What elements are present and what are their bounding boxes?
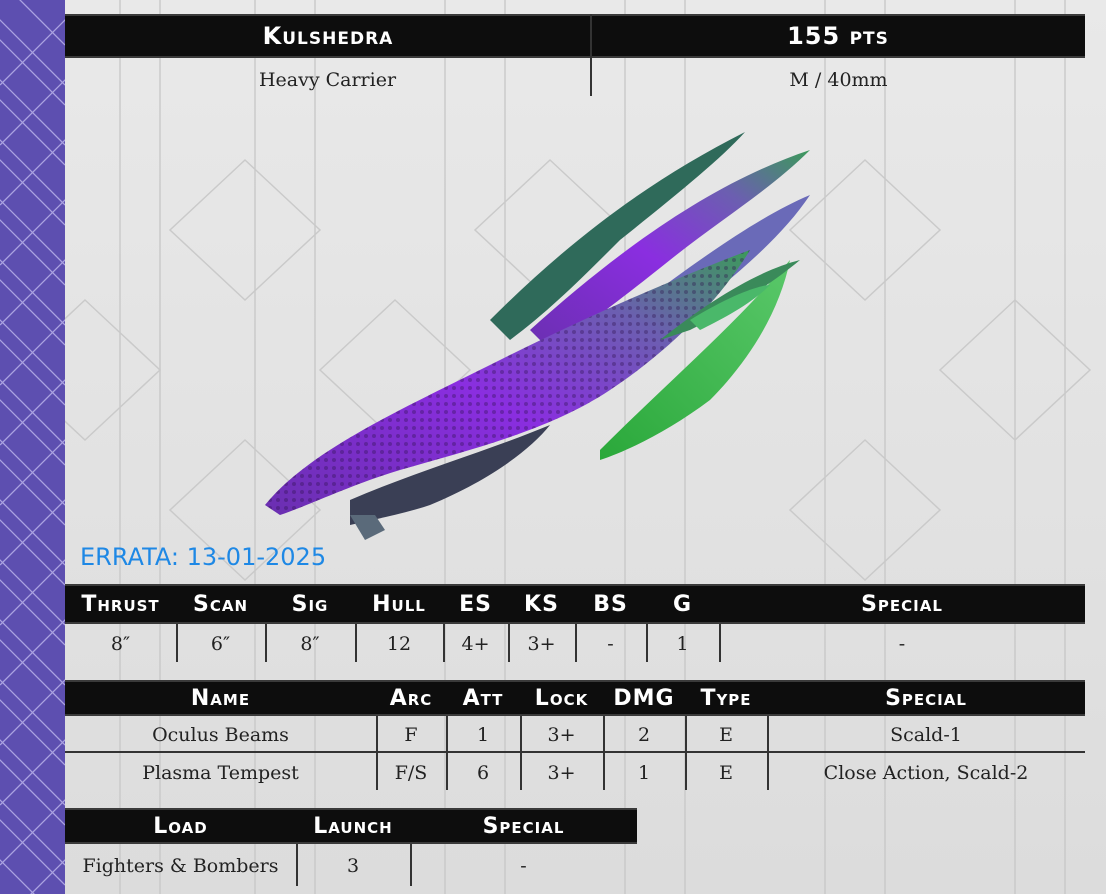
stat-divider [575, 624, 577, 662]
launch-special: - [520, 855, 527, 877]
stat-header-sig: Sig [265, 584, 355, 624]
weapon-divider [603, 716, 605, 790]
stat-divider [646, 624, 648, 662]
stat-header-g: G [646, 584, 719, 624]
stat-ks: 3+ [527, 633, 556, 655]
points-header: 155 pts [591, 14, 1085, 58]
stat-header-ks: KS [508, 584, 575, 624]
weapon-header-dmg: DMG [603, 680, 685, 716]
weapon-special: Scald-1 [890, 724, 962, 746]
weapon-lock: 3+ [547, 762, 576, 784]
weapon-name: Plasma Tempest [142, 762, 299, 784]
weapon-divider [376, 716, 378, 790]
stat-divider [355, 624, 357, 662]
ship-name: Kulshedra [262, 22, 394, 50]
stat-special: - [898, 633, 906, 655]
weapon-att: 6 [476, 762, 490, 784]
side-pattern-band [0, 0, 65, 894]
weapon-divider [446, 716, 448, 790]
ship-points: 155 pts [787, 22, 889, 50]
weapon-divider [520, 716, 522, 790]
ship-class: Heavy Carrier [258, 69, 397, 91]
weapon-header-arc: Arc [376, 680, 446, 716]
stat-scan: 6″ [210, 633, 231, 655]
weapon-dmg: 2 [637, 724, 651, 746]
stat-header-special: Special [719, 584, 1085, 624]
weapon-special: Close Action, Scald-2 [823, 762, 1029, 784]
stat-divider [265, 624, 267, 662]
stat-header-thrust: Thrust [65, 584, 176, 624]
ship-size: M / 40mm [789, 69, 888, 91]
launch-divider [296, 844, 298, 886]
stat-es: 4+ [461, 633, 490, 655]
launch-load: Fighters & Bombers [82, 855, 279, 877]
weapon-divider [685, 716, 687, 790]
weapon-divider [767, 716, 769, 790]
weapon-header-att: Att [446, 680, 520, 716]
row-divider [65, 751, 1085, 753]
stat-header-bs: BS [575, 584, 646, 624]
weapon-arc: F [404, 724, 418, 746]
stat-divider [176, 624, 178, 662]
weapon-name: Oculus Beams [152, 724, 289, 746]
stat-thrust: 8″ [110, 633, 131, 655]
launch-divider [410, 844, 412, 886]
weapon-header-name: Name [65, 680, 376, 716]
stat-g: 1 [676, 633, 689, 655]
launch-header-special: Special [410, 808, 637, 844]
launch-header-load: Load [65, 808, 296, 844]
stat-hull: 12 [386, 633, 412, 655]
launch-header-launch: Launch [296, 808, 410, 844]
stat-header-es: ES [443, 584, 508, 624]
launch-count: 3 [346, 855, 360, 877]
stat-divider [719, 624, 721, 662]
stat-bs: - [607, 633, 614, 655]
weapon-header-type: Type [685, 680, 767, 716]
weapon-lock: 3+ [547, 724, 576, 746]
weapon-type: E [719, 762, 733, 784]
stat-header-hull: Hull [355, 584, 443, 624]
ship-illustration-icon [265, 132, 810, 540]
weapon-att: 1 [476, 724, 490, 746]
weapon-header-special: Special [767, 680, 1085, 716]
weapon-header-lock: Lock [520, 680, 603, 716]
stat-header-scan: Scan [176, 584, 265, 624]
ship-name-header: Kulshedra [65, 14, 591, 58]
weapon-dmg: 1 [637, 762, 651, 784]
weapon-arc: F/S [394, 762, 428, 784]
weapon-type: E [719, 724, 733, 746]
errata-date: ERRATA: 13-01-2025 [80, 543, 327, 571]
stat-divider [443, 624, 445, 662]
stat-sig: 8″ [300, 633, 320, 655]
stat-divider [508, 624, 510, 662]
